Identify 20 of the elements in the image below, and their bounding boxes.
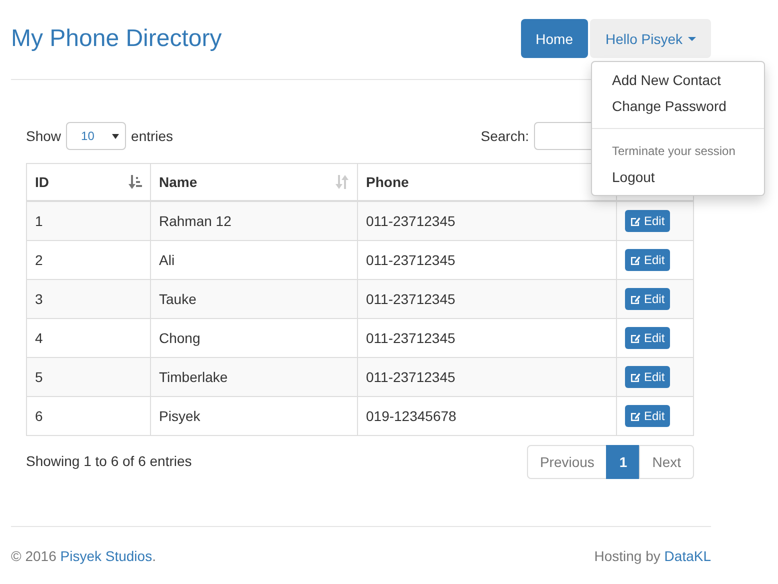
table-cell: Rahman 12 [150, 201, 358, 240]
menu-header: Terminate your session [611, 143, 736, 160]
site-title: My Phone Directory [11, 27, 222, 51]
table-cell: 3 [26, 280, 150, 318]
copyright-text: © 2016 Pisyek Studios. [11, 548, 156, 564]
table-cell: 011-23712345 [358, 201, 616, 240]
show-label: Show [26, 128, 62, 144]
table-cell: Tauke [150, 280, 358, 318]
table-cell: 011-23712345 [358, 358, 616, 396]
table-cell: Pisyek [150, 396, 358, 436]
table-info: Showing 1 to 6 of 6 entries [26, 453, 192, 469]
table-cell: 1 [26, 201, 150, 240]
table-cell: 5 [26, 358, 150, 396]
hosting-text: Hosting by DataKL [594, 548, 711, 564]
table-cell: 6 [26, 396, 150, 436]
table-cell: 011-23712345 [358, 280, 616, 318]
table-cell: Timberlake [150, 358, 358, 396]
table-cell: 019-12345678 [358, 396, 616, 436]
entries-label: entries [131, 128, 174, 144]
search-label: Search: [480, 128, 529, 144]
